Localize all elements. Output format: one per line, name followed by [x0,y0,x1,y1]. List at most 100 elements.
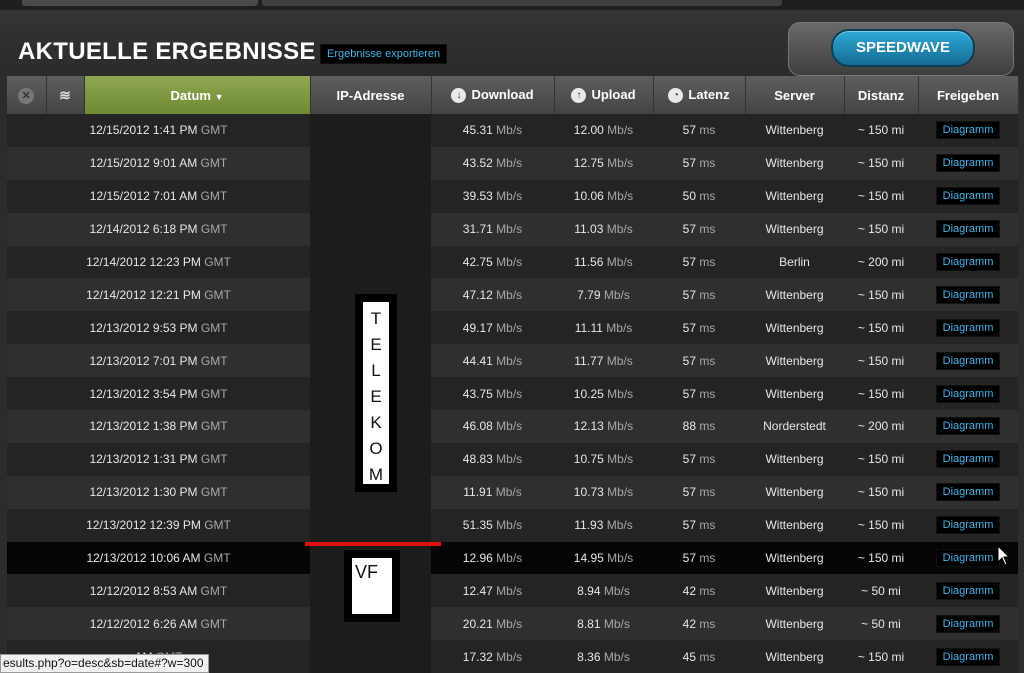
date-cell: 12/13/2012 1:30 PM GMT [7,475,310,509]
diagram-button[interactable]: Diagramm [935,285,1001,304]
download-unit: Mb/s [496,583,523,598]
download-cell: 43.75 Mb/s [431,377,554,411]
latency-cell: 57 ms [653,146,745,180]
column-header-latenz[interactable]: ◔ Latenz [653,76,746,114]
diagram-button[interactable]: Diagramm [935,450,1001,469]
table-row[interactable]: 12/13/2012 1:30 PM GMT 11.91 Mb/s 10.73 Mb… [7,475,1018,509]
timezone-text: GMT [200,616,228,631]
server-cell: Wittenberg [745,344,844,378]
table-row[interactable]: 12/15/2012 9:01 AM GMT 43.52 Mb/s 12.75 Mb… [7,146,1018,180]
diagram-button[interactable]: Diagramm [935,253,1001,271]
table-row[interactable]: 12/14/2012 12:23 PM GMT 42.75 Mb/s 11.56 M… [7,245,1018,279]
table-row[interactable]: 12/13/2012 1:31 PM GMT 48.83 Mb/s 10.75 Mb… [7,442,1018,476]
server-cell: Wittenberg [745,278,844,312]
upload-unit: Mb/s [607,123,634,138]
distance-cell: ~ 150 mi [844,212,918,246]
download-cell: 12.96 Mb/s [431,541,554,575]
latency-unit: ms [699,222,716,237]
date-text: 12/14/2012 12:23 PM [86,255,201,269]
diagram-button[interactable]: Diagramm [935,581,1001,600]
upload-value: 11.03 [574,222,604,237]
download-unit: Mb/s [496,419,523,434]
table-row[interactable]: 12/14/2012 12:21 PM GMT 47.12 Mb/s 7.79 Mb… [7,278,1018,312]
column-header-upload[interactable]: ↑ Upload [554,76,654,114]
ip-cell [310,245,431,279]
browser-status-bar: esults.php?o=desc&sb=date#?w=300 [0,654,209,673]
close-circle-icon[interactable]: ✕ [18,87,35,104]
download-unit: Mb/s [496,649,523,664]
column-header-ip[interactable]: IP-Adresse [310,76,432,114]
table-row[interactable]: 12/13/2012 10:06 AM GMT 12.96 Mb/s 14.95 M… [7,541,1018,575]
table-row[interactable]: 12/13/2012 7:01 PM GMT 44.41 Mb/s 11.77 Mb… [7,344,1018,378]
diagram-button[interactable]: Diagramm [935,351,1001,370]
column-header-datum[interactable]: Datum ▼ [84,76,311,114]
diagram-button[interactable]: Diagramm [935,187,1001,206]
table-row[interactable]: 12/12/2012 8:53 AM GMT 12.47 Mb/s 8.94 Mb/… [7,574,1018,608]
diagram-button[interactable]: Diagramm [935,647,1001,666]
download-value: 49.17 [462,320,493,335]
column-header-server[interactable]: Server [745,76,845,114]
diagram-button[interactable]: Diagramm [935,549,1001,568]
share-cell: Diagramm [918,640,1018,673]
delete-column-header[interactable]: ✕ [7,76,47,114]
share-cell: Diagramm [918,179,1018,213]
download-cell: 44.41 Mb/s [431,344,554,378]
upload-cell: 10.25 Mb/s [554,377,653,411]
diagram-button[interactable]: Diagramm [935,516,1001,535]
diagram-button[interactable]: Diagramm [935,483,1001,502]
date-text: 12/14/2012 12:21 PM [86,287,201,302]
date-cell: 12/12/2012 8:53 AM GMT [7,574,310,608]
upload-unit: Mb/s [606,518,633,533]
export-results-button[interactable]: Ergebnisse exportieren [320,44,448,64]
latency-value: 45 [682,649,696,664]
server-cell: Wittenberg [745,146,844,180]
diagram-button[interactable]: Diagramm [935,154,1001,173]
telekom-label: TELEKOM [363,302,389,484]
diagram-button[interactable]: Diagramm [935,417,1001,436]
telekom-redaction-overlay: TELEKOM [355,294,397,492]
diagram-button[interactable]: Diagramm [935,614,1001,633]
date-cell: 12/15/2012 9:01 AM GMT [7,146,310,180]
telekom-letter: T [370,309,382,328]
table-row[interactable]: 12/15/2012 7:01 AM GMT 39.53 Mb/s 10.06 Mb… [7,179,1018,213]
speedwave-logo[interactable]: SPEEDWAVE [831,29,975,67]
table-row[interactable]: 12/14/2012 6:18 PM GMT 31.71 Mb/s 11.03 Mb… [7,212,1018,246]
table-row[interactable]: 12/13/2012 3:54 PM GMT 43.75 Mb/s 10.25 Mb… [7,377,1018,411]
ip-cell [310,508,431,542]
download-cell: 31.71 Mb/s [431,212,554,246]
download-unit: Mb/s [496,222,523,237]
table-row[interactable]: 12/15/2012 1:41 PM GMT 45.31 Mb/s 12.00 Mb… [7,114,1018,147]
diagram-button[interactable]: Diagramm [935,121,1001,140]
table-row[interactable]: 12/13/2012 12:39 PM GMT 51.35 Mb/s 11.93 M… [7,508,1018,542]
table-row[interactable]: 12/13/2012 9:53 PM GMT 49.17 Mb/s 11.11 Mb… [7,311,1018,345]
column-header-download[interactable]: ↓ Download [431,76,555,114]
column-header-freigeben[interactable]: Freigeben [918,76,1019,114]
table-row[interactable]: 12/12/2012 6:26 AM GMT 20.21 Mb/s 8.81 Mb/… [7,607,1018,641]
diagram-button[interactable]: Diagramm [935,384,1001,403]
latency-value: 57 [682,287,696,302]
upload-cell: 8.36 Mb/s [554,640,653,673]
latency-unit: ms [699,156,716,171]
layers-icon[interactable]: ≋ [59,87,71,103]
telekom-letter: M [368,465,384,484]
server-cell: Wittenberg [745,311,844,345]
download-value: 42.75 [462,255,493,269]
timezone-text: GMT [203,551,231,566]
filter-column-header[interactable]: ≋ [46,76,85,114]
diagram-button[interactable]: Diagramm [935,318,1001,337]
upload-cell: 8.81 Mb/s [554,607,653,641]
column-header-distanz[interactable]: Distanz [844,76,919,114]
upload-unit: Mb/s [607,419,634,434]
top-tab-left[interactable] [22,0,258,6]
top-tab-right[interactable] [262,0,782,6]
latency-value: 57 [682,123,696,138]
server-cell: Wittenberg [745,607,844,641]
timezone-text: GMT [200,189,228,204]
download-value: 43.75 [462,386,493,401]
upload-value: 10.75 [573,452,604,467]
table-row[interactable]: 12/13/2012 1:38 PM GMT 46.08 Mb/s 12.13 Mb… [7,410,1018,443]
date-text: 12/15/2012 1:41 PM [89,123,198,138]
diagram-button[interactable]: Diagramm [935,220,1001,239]
latency-value: 57 [682,386,696,401]
download-value: 31.71 [462,222,493,237]
